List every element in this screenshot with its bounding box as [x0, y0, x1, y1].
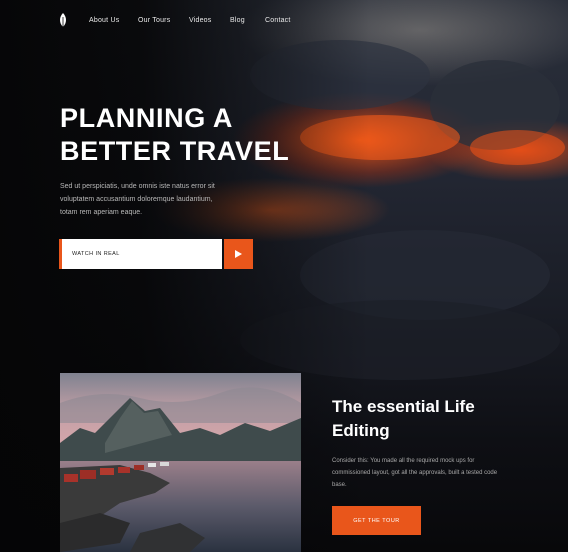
top-navigation: About Us Our Tours Videos Blog Contact — [0, 0, 568, 42]
get-the-tour-label: GET THE TOUR — [353, 518, 400, 524]
play-button[interactable] — [224, 239, 253, 269]
landscape-scene — [60, 373, 301, 552]
hero-headline-line2: BETTER TRAVEL — [60, 136, 290, 166]
leaf-logo-icon[interactable] — [59, 13, 67, 29]
feature-title-line2: Editing — [332, 421, 390, 440]
nav-our-tours[interactable]: Our Tours — [138, 17, 170, 24]
feature-title: The essential Life Editing — [332, 395, 532, 443]
nav-videos[interactable]: Videos — [189, 17, 211, 24]
feature-landscape-photo — [60, 373, 301, 552]
watch-in-real-label: WATCH IN REAL — [72, 251, 120, 257]
nav-about-us[interactable]: About Us — [89, 17, 119, 24]
watch-in-real-button[interactable]: WATCH IN REAL — [59, 239, 222, 269]
nav-contact[interactable]: Contact — [265, 17, 291, 24]
feature-description: Consider this: You made all the required… — [332, 458, 498, 488]
play-icon — [235, 250, 242, 258]
hero-headline-line1: PLANNING A — [60, 103, 233, 133]
hero-headline: PLANNING A BETTER TRAVEL — [60, 102, 289, 168]
feature-title-line1: The essential Life — [332, 397, 475, 416]
nav-blog[interactable]: Blog — [230, 17, 245, 24]
get-the-tour-button[interactable]: GET THE TOUR — [332, 506, 421, 535]
hero-intro-text: Sed ut perspiciatis, unde omnis iste nat… — [60, 183, 215, 216]
